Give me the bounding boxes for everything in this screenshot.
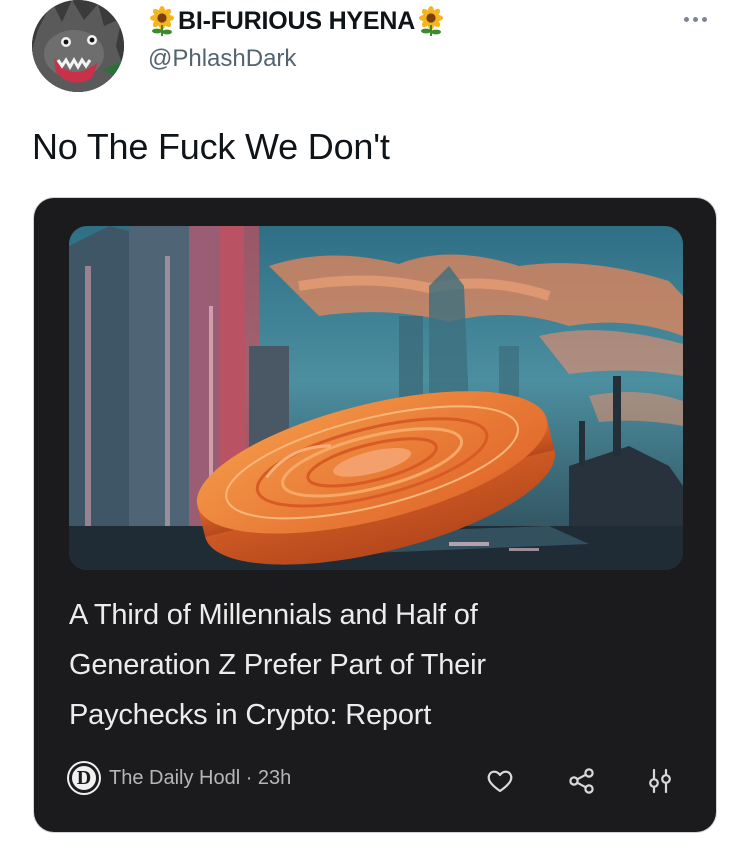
crypto-coin-cityscape-image [69,226,683,570]
dot [702,16,707,22]
more-options-icon[interactable] [684,12,718,26]
headline-line: Generation Z Prefer Part of Their [69,649,486,681]
tweet-text: No The Fuck We Don't [32,126,390,167]
share-icon[interactable] [567,766,597,796]
tune-icon[interactable] [645,766,675,796]
card-headline[interactable]: A Third of Millennials and Half of Gener… [69,590,669,740]
card-image[interactable] [69,226,683,570]
source-label: The Daily Hodl · 23h [109,766,292,789]
source-logo: D [69,763,99,793]
sunflower-icon [150,6,174,36]
user-handle[interactable]: @PhlashDark [148,45,296,73]
card-source[interactable]: D The Daily Hodl · 23h [69,763,291,793]
heart-icon[interactable] [485,766,515,796]
display-name-text: BI-FURIOUS HYENA [178,6,416,35]
link-card[interactable]: A Third of Millennials and Half of Gener… [34,198,716,832]
dot [693,16,698,22]
headline-line: Paychecks in Crypto: Report [69,699,432,731]
display-name[interactable]: BI-FURIOUS HYENA [148,5,445,37]
avatar-image [32,0,124,92]
headline-line: A Third of Millennials and Half of [69,599,478,631]
sunflower-icon [419,6,444,36]
dot [684,16,689,22]
avatar[interactable] [32,0,124,92]
